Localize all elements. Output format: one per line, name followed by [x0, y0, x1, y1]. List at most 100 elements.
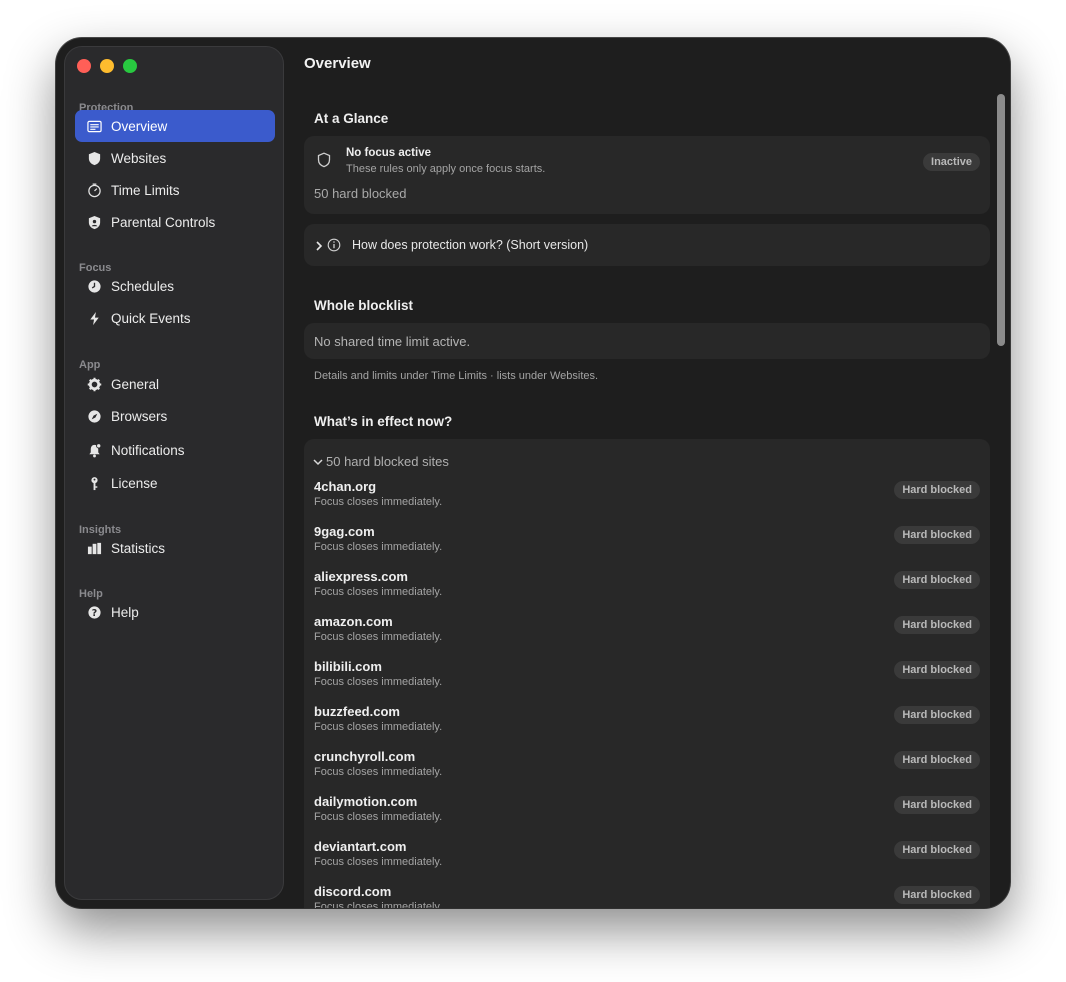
key-icon	[85, 474, 103, 492]
close-window-button[interactable]	[77, 59, 91, 73]
sidebar-item-general[interactable]: General	[75, 368, 275, 400]
sidebar-item-notifications[interactable]: Notifications	[75, 434, 275, 466]
site-name: deviantart.com	[314, 839, 407, 854]
focus-status-title: No focus active	[346, 147, 431, 159]
hard-blocked-badge: Hard blocked	[894, 751, 980, 769]
sidebar-item-license[interactable]: License	[75, 467, 275, 499]
site-description: Focus closes immediately.	[314, 541, 443, 553]
sidebar-item-websites[interactable]: Websites	[75, 142, 275, 174]
sidebar-item-label: License	[111, 475, 158, 491]
blocklist-note: Details and limits under Time Limits · l…	[314, 370, 599, 382]
site-row: deviantart.com Focus closes immediately. H…	[304, 839, 990, 884]
site-row: crunchyroll.com Focus closes immediately.…	[304, 749, 990, 794]
sidebar-item-parental-controls[interactable]: Parental Controls	[75, 206, 275, 238]
shared-time-limit-text: No shared time limit active.	[314, 334, 471, 349]
sidebar-item-label: Notifications	[111, 442, 185, 458]
shared-time-limit-card: No shared time limit active.	[304, 323, 990, 359]
sidebar-item-label: General	[111, 376, 160, 392]
site-description: Focus closes immediately.	[314, 856, 443, 868]
sidebar-item-label: Quick Events	[111, 310, 191, 326]
site-row: buzzfeed.com Focus closes immediately. Har…	[304, 704, 990, 749]
site-description: Focus closes immediately.	[314, 901, 443, 908]
compass-icon	[85, 407, 103, 425]
how-protection-works-disclosure[interactable]: How does protection work? (Short version…	[304, 224, 990, 266]
window-controls	[77, 59, 137, 73]
svg-text:?: ?	[91, 607, 96, 618]
site-name: 9gag.com	[314, 524, 375, 539]
hard-blocked-group-toggle[interactable]: 50 hard blocked sites	[312, 454, 449, 469]
how-protection-works-label: How does protection work? (Short version…	[352, 238, 589, 252]
chevron-right-icon	[314, 239, 324, 251]
sidebar-item-help[interactable]: ? Help	[75, 596, 275, 628]
site-row: dailymotion.com Focus closes immediately.…	[304, 794, 990, 839]
hard-blocked-badge: Hard blocked	[894, 571, 980, 589]
hard-blocked-badge: Hard blocked	[894, 481, 980, 499]
hard-blocked-badge: Hard blocked	[894, 796, 980, 814]
sidebar-item-schedules[interactable]: Schedules	[75, 270, 275, 302]
site-description: Focus closes immediately.	[314, 496, 443, 508]
hard-blocked-group-label: 50 hard blocked sites	[326, 454, 449, 469]
sidebar-item-label: Overview	[111, 118, 168, 134]
sidebar-item-label: Schedules	[111, 278, 175, 294]
sidebar-item-time-limits[interactable]: Time Limits	[75, 174, 275, 206]
app-window: Protection Overview Websites Time Limits…	[56, 38, 1010, 908]
site-name: buzzfeed.com	[314, 704, 400, 719]
list-icon	[85, 117, 103, 135]
site-name: amazon.com	[314, 614, 393, 629]
site-row: discord.com Focus closes immediately. Hard…	[304, 884, 990, 908]
site-row: amazon.com Focus closes immediately. Hard …	[304, 614, 990, 659]
minimize-window-button[interactable]	[100, 59, 114, 73]
hard-blocked-badge: Hard blocked	[894, 706, 980, 724]
in-effect-heading: What’s in effect now?	[314, 414, 453, 429]
site-name: bilibili.com	[314, 659, 382, 674]
scrollbar[interactable]	[996, 92, 1006, 906]
shield-person-icon	[85, 213, 103, 231]
bell-badge-icon	[85, 441, 103, 459]
sidebar-item-label: Websites	[111, 150, 167, 166]
site-row: bilibili.com Focus closes immediately. Har…	[304, 659, 990, 704]
hard-blocked-badge: Hard blocked	[894, 886, 980, 904]
sidebar-item-quick-events[interactable]: Quick Events	[75, 302, 275, 334]
timer-icon	[85, 181, 103, 199]
in-effect-card: 50 hard blocked sites 4chan.org Focus clo…	[304, 439, 990, 908]
sidebar-item-label: Browsers	[111, 408, 168, 424]
question-icon: ?	[85, 603, 103, 621]
hard-blocked-badge: Hard blocked	[894, 661, 980, 679]
focus-status-card: No focus active These rules only apply o…	[304, 136, 990, 214]
site-row: 4chan.org Focus closes immediately. Hard b…	[304, 479, 990, 524]
site-description: Focus closes immediately.	[314, 811, 443, 823]
focus-status-subtitle: These rules only apply once focus starts…	[346, 163, 546, 175]
scroll-thumb[interactable]	[997, 94, 1005, 346]
sidebar-item-browsers[interactable]: Browsers	[75, 400, 275, 432]
clock-icon	[85, 277, 103, 295]
chevron-down-icon	[312, 457, 324, 467]
site-description: Focus closes immediately.	[314, 586, 443, 598]
sidebar-item-label: Help	[111, 604, 139, 620]
site-name: 4chan.org	[314, 479, 377, 494]
site-description: Focus closes immediately.	[314, 631, 443, 643]
sidebar-item-statistics[interactable]: Statistics	[75, 532, 275, 564]
page-title: Overview	[304, 55, 371, 72]
zoom-window-button[interactable]	[123, 59, 137, 73]
bolt-icon	[85, 309, 103, 327]
site-description: Focus closes immediately.	[314, 766, 443, 778]
sidebar: Protection Overview Websites Time Limits…	[64, 46, 284, 900]
site-name: discord.com	[314, 884, 392, 899]
hard-blocked-badge: Hard blocked	[894, 526, 980, 544]
site-row: aliexpress.com Focus closes immediately. H…	[304, 569, 990, 614]
sidebar-item-label: Statistics	[111, 540, 166, 556]
at-a-glance-heading: At a Glance	[314, 111, 389, 126]
shield-outline-icon	[316, 152, 332, 168]
sidebar-item-label: Parental Controls	[111, 214, 216, 230]
site-name: crunchyroll.com	[314, 749, 416, 764]
hard-blocked-badge: Hard blocked	[894, 841, 980, 859]
info-icon	[327, 238, 341, 252]
hard-blocked-count: 50 hard blocked	[314, 186, 407, 201]
sidebar-item-overview[interactable]: Overview	[75, 110, 275, 142]
site-description: Focus closes immediately.	[314, 721, 443, 733]
sidebar-item-label: Time Limits	[111, 182, 180, 198]
gear-icon	[85, 375, 103, 393]
main-content: Overview At a Glance No focus active The…	[292, 38, 1010, 908]
hard-blocked-badge: Hard blocked	[894, 616, 980, 634]
site-row: 9gag.com Focus closes immediately. Hard bl…	[304, 524, 990, 569]
